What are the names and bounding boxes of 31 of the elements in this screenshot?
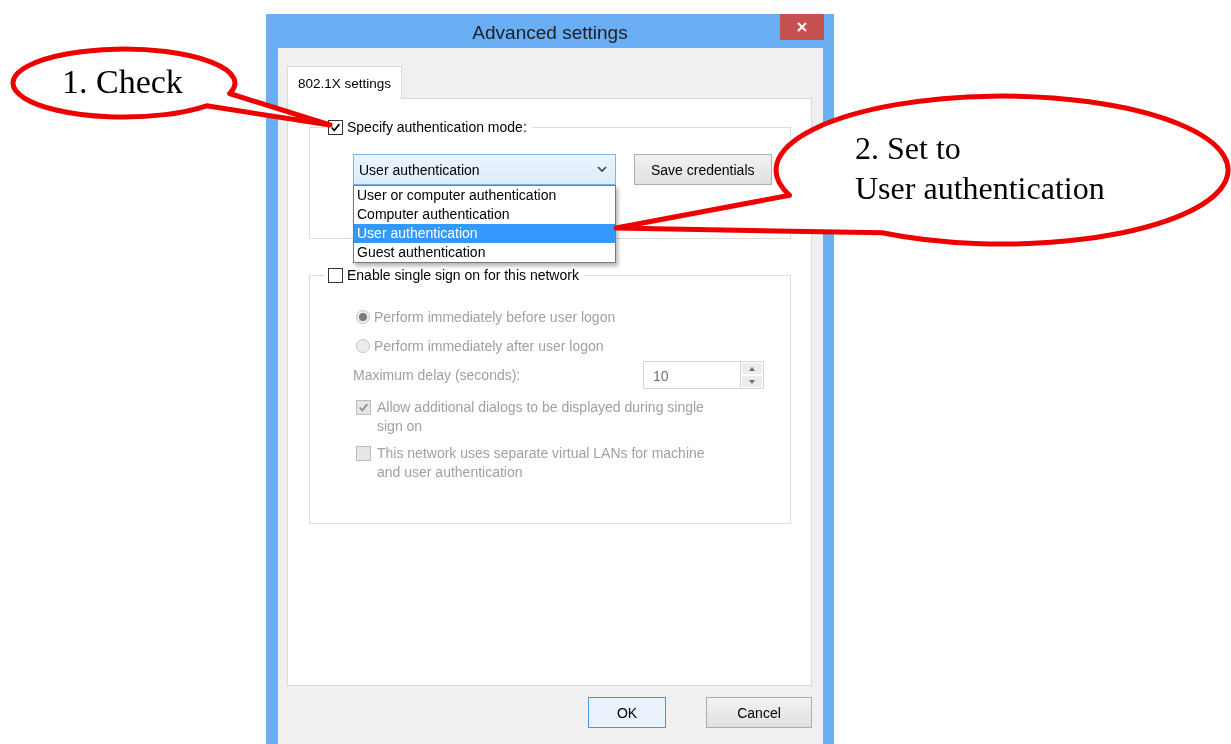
checkbox-label: Specify authentication mode:: [347, 119, 527, 135]
checkmark-icon: [358, 402, 369, 413]
dropdown-option[interactable]: User or computer authentication: [354, 186, 615, 205]
close-icon: [797, 22, 807, 32]
checkmark-icon: [330, 121, 341, 133]
checkbox-label: Allow additional dialogs to be displayed during single sign on: [377, 398, 705, 436]
callout-text: 2. Set to: [855, 129, 961, 168]
close-button[interactable]: [780, 14, 824, 40]
dropdown-option[interactable]: Computer authentication: [354, 205, 615, 224]
checkbox-label: Enable single sign on for this network: [347, 267, 579, 283]
save-credentials-button[interactable]: Save credentials: [634, 154, 772, 185]
spin-up-button[interactable]: [742, 363, 762, 374]
callout-text: 1. Check: [62, 62, 183, 102]
checkbox-label: This network uses separate virtual LANs for machine and user authentication: [377, 444, 706, 482]
dropdown-option[interactable]: Guest authentication: [354, 243, 615, 262]
ok-button[interactable]: OK: [588, 697, 666, 728]
cancel-button[interactable]: Cancel: [706, 697, 812, 728]
dropdown[interactable]: User authentication: [353, 154, 616, 185]
field-label: Maximum delay (seconds):: [353, 367, 521, 383]
checkbox[interactable]: [328, 119, 343, 135]
triangle-down-icon: [748, 378, 756, 385]
chevron-icon: [597, 166, 607, 173]
triangle-up-icon: [748, 365, 756, 372]
tab[interactable]: 802.1X settings: [287, 66, 403, 99]
radio-label: Perform immediately before user logon: [374, 308, 616, 325]
radio-label: Perform immediately after user logon: [374, 337, 604, 354]
spin-down-button[interactable]: [742, 376, 762, 387]
spinner-value: 10: [652, 367, 670, 386]
window-title: Advanced settings: [471, 21, 629, 44]
callout-text: User authentication: [855, 169, 1105, 208]
checkbox[interactable]: [328, 267, 343, 283]
